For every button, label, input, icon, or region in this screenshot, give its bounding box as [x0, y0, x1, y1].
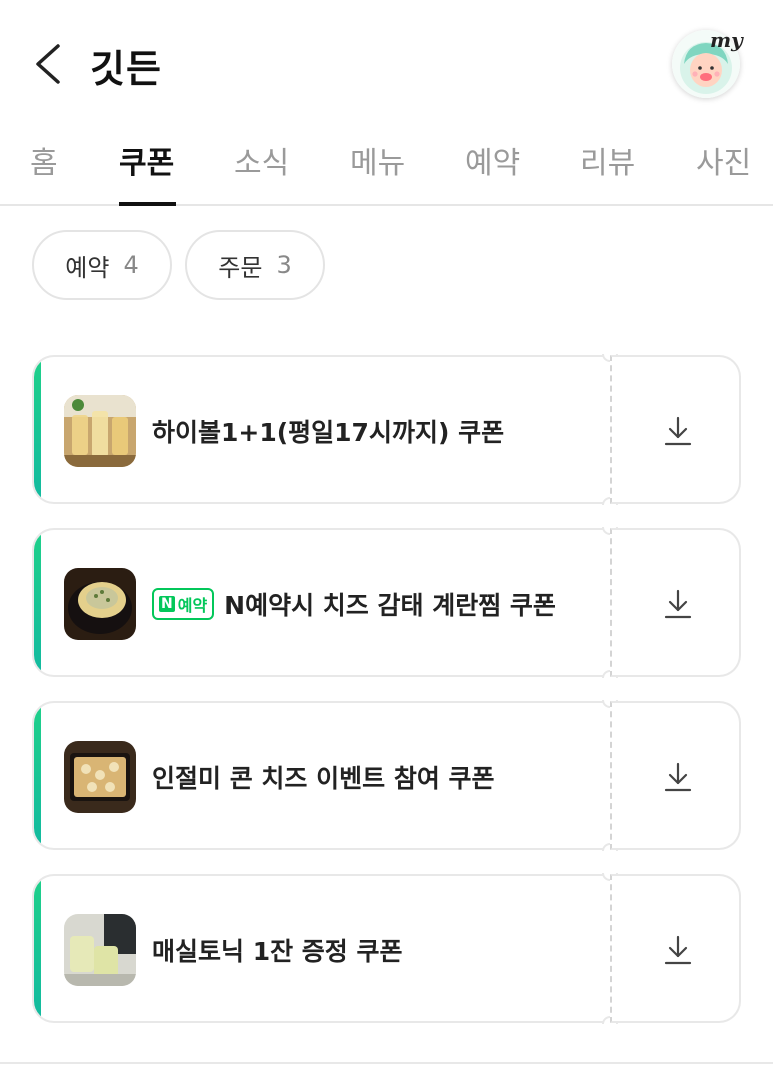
highball-drinks-photo: [64, 395, 136, 467]
avatar-my-badge: my: [710, 28, 743, 52]
tab-photo[interactable]: 사진: [696, 138, 751, 182]
app-header: 깃든 my: [0, 0, 773, 120]
tab-review[interactable]: 리뷰: [580, 138, 635, 182]
coupon-body[interactable]: 인절미 콘 치즈 이벤트 참여 쿠폰: [32, 701, 610, 850]
coupon-title: 인절미 콘 치즈 이벤트 참여 쿠폰: [152, 759, 495, 795]
naver-n-mark: N: [159, 596, 175, 612]
naver-reservation-badge: N 예약: [152, 588, 215, 620]
coupon-download-button[interactable]: [610, 528, 741, 677]
coupon-card: 하이볼1+1(평일17시까지) 쿠폰: [32, 354, 741, 505]
coupon-download-button[interactable]: [610, 701, 741, 850]
filter-chip-count: 4: [123, 251, 139, 279]
active-tab-indicator: [119, 202, 176, 206]
coupon-title: 매실토닉 1잔 증정 쿠폰: [152, 932, 403, 968]
tab-bar: 홈 쿠폰 소식 메뉴 예약 리뷰 사진: [0, 130, 773, 206]
coupon-accent-bar: [34, 876, 41, 1021]
coupon-accent-bar: [34, 357, 41, 502]
tab-home[interactable]: 홈: [30, 138, 58, 182]
page-title: 깃든: [90, 47, 162, 91]
coupon-card: 매실토닉 1잔 증정 쿠폰: [32, 873, 741, 1024]
section-divider: [0, 1062, 773, 1064]
download-icon: [664, 762, 692, 792]
coupon-body[interactable]: N 예약 N예약시 치즈 감태 계란찜 쿠폰: [32, 528, 610, 677]
tab-menu[interactable]: 메뉴: [350, 138, 405, 182]
coupon-title-text: N예약시 치즈 감태 계란찜 쿠폰: [224, 591, 556, 620]
coupon-card: N 예약 N예약시 치즈 감태 계란찜 쿠폰: [32, 527, 741, 678]
tab-reservation[interactable]: 예약: [465, 138, 520, 182]
download-icon: [664, 589, 692, 619]
coupon-accent-bar: [34, 703, 41, 848]
filter-chip-count: 3: [276, 251, 292, 279]
steamed-egg-photo: [64, 568, 136, 640]
coupon-title: 하이볼1+1(평일17시까지) 쿠폰: [152, 413, 504, 449]
coupon-title-text: 매실토닉 1잔 증정 쿠폰: [152, 937, 403, 966]
coupon-download-button[interactable]: [610, 355, 741, 504]
coupon-body[interactable]: 하이볼1+1(평일17시까지) 쿠폰: [32, 355, 610, 504]
badge-label: 예약: [177, 596, 208, 615]
tab-news[interactable]: 소식: [234, 138, 289, 182]
plum-tonic-photo: [64, 914, 136, 986]
coupon-title-text: 인절미 콘 치즈 이벤트 참여 쿠폰: [152, 764, 495, 793]
tab-coupon[interactable]: 쿠폰: [119, 138, 174, 182]
filter-chip-label: 예약: [65, 253, 110, 282]
coupon-download-button[interactable]: [610, 874, 741, 1023]
back-button[interactable]: [28, 40, 68, 88]
coupon-accent-bar: [34, 530, 41, 675]
chevron-left-icon: [36, 44, 60, 84]
coupon-card: 인절미 콘 치즈 이벤트 참여 쿠폰: [32, 700, 741, 851]
filter-chip-label: 주문: [218, 253, 263, 282]
coupon-title-text: 하이볼1+1(평일17시까지) 쿠폰: [152, 418, 505, 447]
corn-cheese-photo: [64, 741, 136, 813]
coupon-title: N 예약 N예약시 치즈 감태 계란찜 쿠폰: [152, 586, 556, 622]
filter-chip-reservation[interactable]: 예약 4: [32, 230, 172, 300]
coupon-body[interactable]: 매실토닉 1잔 증정 쿠폰: [32, 874, 610, 1023]
download-icon: [664, 935, 692, 965]
filter-chip-order[interactable]: 주문 3: [185, 230, 325, 300]
download-icon: [664, 416, 692, 446]
